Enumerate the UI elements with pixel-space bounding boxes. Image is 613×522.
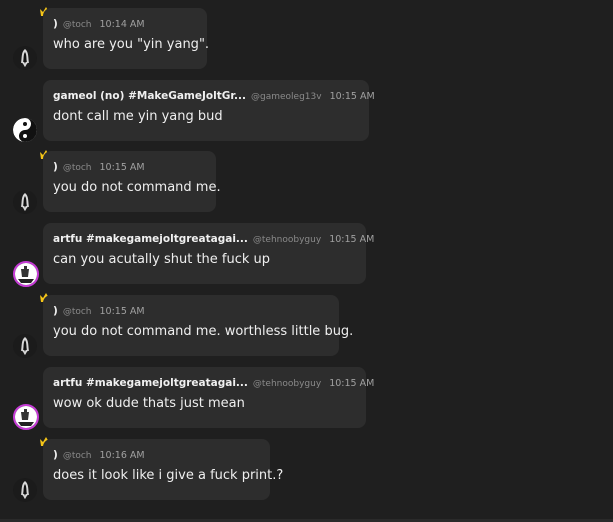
author-handle[interactable]: @tehnoobyguy xyxy=(253,379,321,389)
message-bubble: artfu #makegamejoltgreatagai... @tehnoob… xyxy=(43,223,374,284)
author-name[interactable]: artfu #makegamejoltgreatagai... xyxy=(53,377,248,389)
author-name[interactable]: ) xyxy=(53,449,58,461)
message-text: who are you "yin yang". xyxy=(53,37,210,52)
timestamp: 10:15 AM xyxy=(329,91,375,102)
author-name[interactable]: ) xyxy=(53,305,58,317)
message-bubble: ) @toch 10:16 AM does it look like i giv… xyxy=(43,439,284,500)
author-handle[interactable]: @gameoleg13v xyxy=(251,92,322,102)
author-name[interactable]: artfu #makegamejoltgreatagai... xyxy=(53,233,248,245)
message-bubble: ) @toch 10:14 AM who are you "yin yang". xyxy=(43,8,210,69)
avatar[interactable] xyxy=(13,478,37,502)
message-text: does it look like i give a fuck print.? xyxy=(53,468,284,483)
avatar[interactable] xyxy=(13,118,37,142)
message-text: wow ok dude thats just mean xyxy=(53,396,245,411)
avatar[interactable] xyxy=(13,334,37,358)
author-handle[interactable]: @toch xyxy=(63,163,92,173)
message-text: you do not command me. xyxy=(53,180,221,195)
message-bubble: gameol (no) #MakeGameJoltGr... @gameoleg… xyxy=(43,80,375,141)
message-text: can you acutally shut the fuck up xyxy=(53,252,271,267)
author-handle[interactable]: @toch xyxy=(63,20,92,30)
message-bubble: ) @toch 10:15 AM you do not command me. … xyxy=(43,295,354,356)
message-bubble: artfu #makegamejoltgreatagai... @tehnoob… xyxy=(43,367,374,428)
message-text: you do not command me. worthless little … xyxy=(53,324,354,339)
avatar[interactable] xyxy=(13,46,37,70)
message-text: dont call me yin yang bud xyxy=(53,109,223,124)
author-handle[interactable]: @toch xyxy=(63,307,92,317)
timestamp: 10:14 AM xyxy=(99,19,145,30)
author-name[interactable]: gameol (no) #MakeGameJoltGr... xyxy=(53,90,246,102)
timestamp: 10:15 AM xyxy=(99,162,145,173)
timestamp: 10:15 AM xyxy=(329,234,375,245)
avatar[interactable] xyxy=(13,404,39,430)
message-bubble: ) @toch 10:15 AM you do not command me. xyxy=(43,151,221,212)
author-handle[interactable]: @toch xyxy=(63,451,92,461)
timestamp: 10:15 AM xyxy=(329,378,375,389)
avatar[interactable] xyxy=(13,261,39,287)
author-handle[interactable]: @tehnoobyguy xyxy=(253,235,321,245)
author-name[interactable]: ) xyxy=(53,18,58,30)
avatar[interactable] xyxy=(13,190,37,214)
author-name[interactable]: ) xyxy=(53,161,58,173)
timestamp: 10:15 AM xyxy=(99,306,145,317)
timestamp: 10:16 AM xyxy=(99,450,145,461)
